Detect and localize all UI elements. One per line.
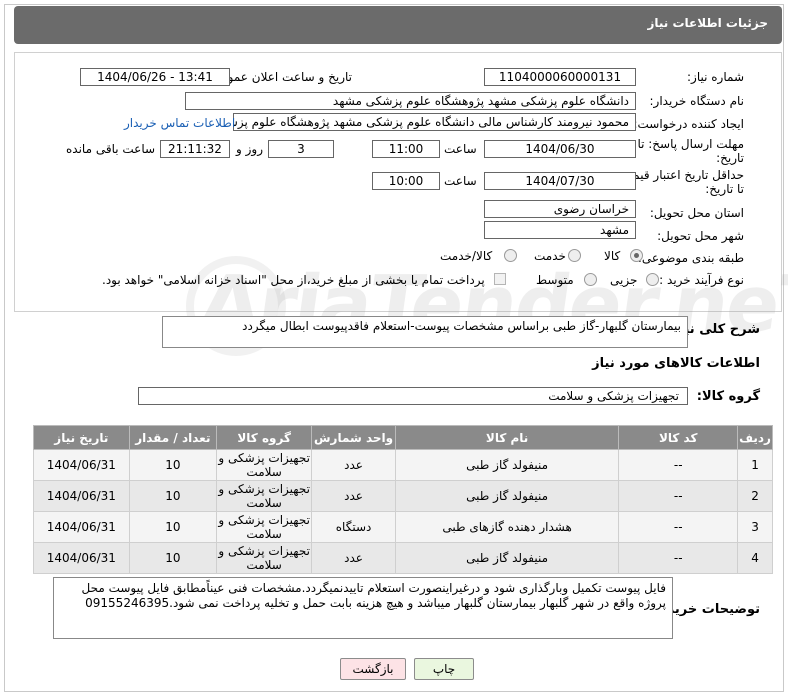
cell-row: 4	[737, 542, 773, 574]
deadline-label: مهلت ارسال پاسخ: تا	[637, 137, 744, 151]
page-header: جزئیات اطلاعات نیاز	[14, 6, 782, 44]
cell-goods-code: --	[618, 449, 739, 481]
need-number-field: 1104000060000131	[484, 68, 636, 86]
cell-need-date: 1404/06/31	[33, 542, 130, 574]
table-row: 1404/06/31 10 تجهیزات پزشکی و سلامت عدد …	[33, 449, 773, 481]
general-desc-field: بیمارستان گلبهار-گاز طبی براساس مشخصات پ…	[162, 316, 688, 348]
need-number-label: شماره نیاز:	[687, 70, 744, 84]
cell-quantity: 10	[128, 542, 217, 574]
cell-goods-group: تجهیزات پزشکی و سلامت	[215, 511, 313, 543]
category-option-goods: کالا	[604, 249, 621, 263]
table-row: 1404/06/31 10 تجهیزات پزشکی و سلامت دستگ…	[33, 511, 773, 543]
days-field: 3	[268, 140, 334, 158]
cell-quantity: 10	[128, 480, 217, 512]
cell-row: 3	[737, 511, 773, 543]
cell-goods-name: منیفولد گاز طبی	[394, 449, 620, 481]
category-radio-both[interactable]	[504, 249, 517, 262]
cell-goods-name: منیفولد گاز طبی	[394, 542, 620, 574]
category-option-service: خدمت	[534, 249, 566, 263]
announce-field: 1404/06/26 - 13:41	[80, 68, 230, 86]
cell-quantity: 10	[128, 449, 217, 481]
cell-unit: عدد	[311, 480, 396, 512]
treasury-payment-note: پرداخت تمام یا بخشی از مبلغ خرید،از محل …	[102, 273, 485, 287]
process-radio-medium[interactable]	[584, 273, 597, 286]
days-label: روز و	[236, 142, 263, 156]
cell-goods-code: --	[618, 511, 739, 543]
cell-need-date: 1404/06/31	[33, 449, 130, 481]
cell-need-date: 1404/06/31	[33, 511, 130, 543]
price-validity-label: حداقل تاریخ اعتبار قیمت:	[617, 168, 744, 182]
col-goods-group: گروه کالا	[215, 425, 313, 450]
table-row: 1404/06/31 10 تجهیزات پزشکی و سلامت عدد …	[33, 542, 773, 574]
city-label: شهر محل تحویل:	[657, 229, 744, 243]
col-goods-code: کد کالا	[618, 425, 739, 450]
remaining-label: ساعت باقی مانده	[66, 142, 156, 156]
buyer-notes-field: فایل پیوست تکمیل وبارگذاری شود و درغیرای…	[53, 577, 673, 639]
items-table: تاریخ نیاز تعداد / مقدار گروه کالا واحد …	[33, 425, 773, 574]
cell-goods-code: --	[618, 480, 739, 512]
cell-goods-code: --	[618, 542, 739, 574]
creator-label: ایجاد کننده درخواست:	[633, 117, 744, 131]
deadline-label-2: تاریخ:	[716, 151, 744, 165]
cell-goods-group: تجهیزات پزشکی و سلامت	[215, 542, 313, 574]
deadline-date-field: 1404/06/30	[484, 140, 636, 158]
cell-goods-name: منیفولد گاز طبی	[394, 480, 620, 512]
deadline-time-label: ساعت	[444, 142, 477, 156]
goods-section-title: اطلاعات کالاهای مورد نیاز	[592, 356, 760, 371]
col-need-date: تاریخ نیاز	[33, 425, 130, 450]
price-time-label: ساعت	[444, 174, 477, 188]
cell-row: 1	[737, 449, 773, 481]
buyer-org-label: نام دستگاه خریدار:	[649, 94, 745, 108]
buyer-org-field: دانشگاه علوم پزشکی مشهد پژوهشگاه علوم پز…	[185, 92, 636, 110]
buyer-contact-link[interactable]: اطلاعات تماس خریدار	[124, 116, 235, 130]
cell-unit: دستگاه	[311, 511, 396, 543]
price-time-field: 10:00	[372, 172, 440, 190]
goods-group-field: تجهیزات پزشکی و سلامت	[138, 387, 688, 405]
category-option-both: کالا/خدمت	[440, 249, 493, 263]
cell-goods-group: تجهیزات پزشکی و سلامت	[215, 480, 313, 512]
price-date-field: 1404/07/30	[484, 172, 636, 190]
cell-row: 2	[737, 480, 773, 512]
table-row: 1404/06/31 10 تجهیزات پزشکی و سلامت عدد …	[33, 480, 773, 512]
cell-goods-name: هشدار دهنده گازهای طبی	[394, 511, 620, 543]
cell-unit: عدد	[311, 449, 396, 481]
col-unit: واحد شمارش	[311, 425, 396, 450]
category-radio-goods[interactable]	[630, 249, 643, 262]
page-title: جزئیات اطلاعات نیاز	[647, 16, 768, 30]
category-radio-service[interactable]	[568, 249, 581, 262]
back-button[interactable]: بازگشت	[340, 658, 406, 680]
province-field: خراسان رضوی	[484, 200, 636, 218]
treasury-payment-checkbox[interactable]	[494, 273, 506, 285]
table-header-row: تاریخ نیاز تعداد / مقدار گروه کالا واحد …	[33, 425, 773, 450]
remaining-time-field: 21:11:32	[160, 140, 230, 158]
cell-need-date: 1404/06/31	[33, 480, 130, 512]
price-validity-label-2: تا تاریخ:	[705, 182, 744, 196]
process-radio-minor[interactable]	[646, 273, 659, 286]
col-goods-name: نام کالا	[394, 425, 620, 450]
col-row: ردیف	[737, 425, 773, 450]
goods-group-label: گروه کالا:	[696, 389, 760, 404]
cell-unit: عدد	[311, 542, 396, 574]
cell-quantity: 10	[128, 511, 217, 543]
creator-field: محمود نیرومند کارشناس مالی دانشگاه علوم …	[233, 113, 636, 131]
deadline-time-field: 11:00	[372, 140, 440, 158]
city-field: مشهد	[484, 221, 636, 239]
process-option-medium: متوسط	[536, 273, 574, 287]
process-type-label: نوع فرآیند خرید :	[659, 273, 744, 287]
province-label: استان محل تحویل:	[649, 206, 744, 220]
category-label: طبقه بندی موضوعی:	[637, 251, 744, 265]
process-option-minor: جزیی	[610, 273, 638, 287]
col-quantity: تعداد / مقدار	[128, 425, 217, 450]
print-button[interactable]: چاپ	[414, 658, 474, 680]
cell-goods-group: تجهیزات پزشکی و سلامت	[215, 449, 313, 481]
